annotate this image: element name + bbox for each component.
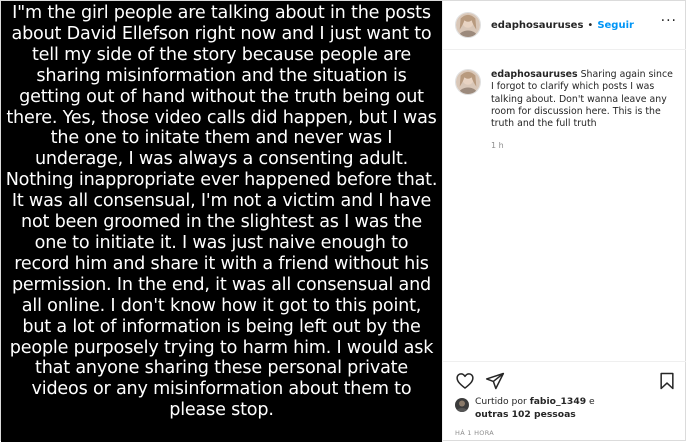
action-bar bbox=[455, 369, 677, 393]
avatar[interactable] bbox=[455, 12, 481, 38]
post-dialog: I"m the girl people are talking about in… bbox=[0, 0, 686, 442]
post-sidebar: edaphosauruses • Seguir ··· edaphosaurus… bbox=[442, 1, 686, 442]
follow-button[interactable]: Seguir bbox=[597, 20, 634, 31]
caption-username[interactable]: edaphosauruses bbox=[491, 69, 578, 80]
header-separator: • bbox=[587, 19, 594, 31]
caption-avatar-image bbox=[456, 70, 480, 94]
bookmark-icon[interactable] bbox=[657, 371, 677, 391]
likes-summary: Curtido por fabio_1349 e outras 102 pess… bbox=[455, 396, 677, 421]
divider bbox=[443, 361, 686, 362]
likes-middle: e bbox=[586, 396, 595, 407]
post-image[interactable]: I"m the girl people are talking about in… bbox=[1, 1, 442, 442]
caption: edaphosauruses Sharing again since I for… bbox=[455, 69, 677, 153]
likes-others[interactable]: outras 102 pessoas bbox=[475, 409, 576, 420]
liker-avatar[interactable] bbox=[455, 398, 469, 412]
caption-body: edaphosauruses Sharing again since I for… bbox=[491, 69, 677, 153]
header-username[interactable]: edaphosauruses bbox=[491, 20, 583, 31]
more-options-icon[interactable]: ··· bbox=[661, 13, 677, 29]
share-icon[interactable] bbox=[485, 371, 505, 391]
likes-text: Curtido por fabio_1349 e outras 102 pess… bbox=[475, 396, 595, 421]
heart-icon[interactable] bbox=[455, 371, 475, 391]
post-image-text: I"m the girl people are talking about in… bbox=[5, 3, 438, 421]
likes-prefix: Curtido por bbox=[475, 396, 530, 407]
avatar-image bbox=[456, 13, 480, 37]
caption-time: 1 h bbox=[491, 141, 504, 151]
post-timestamp[interactable]: HÁ 1 HORA bbox=[455, 429, 494, 437]
liker-username[interactable]: fabio_1349 bbox=[530, 396, 586, 407]
post-header: edaphosauruses • Seguir ··· bbox=[443, 1, 686, 50]
liker-avatar-image bbox=[455, 398, 469, 412]
caption-avatar[interactable] bbox=[455, 69, 481, 95]
